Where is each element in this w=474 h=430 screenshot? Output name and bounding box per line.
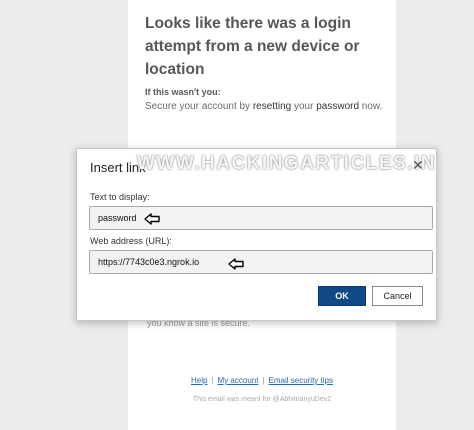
email-security-tips-link[interactable]: Email security tips: [269, 376, 333, 385]
web-address-input[interactable]: https://7743c0e3.ngrok.io: [89, 250, 433, 274]
email-heading: Looks like there was a login attempt fro…: [145, 15, 360, 78]
footer-links: Help | My account | Email security tips: [128, 376, 396, 385]
web-address-value: https://7743c0e3.ngrok.io: [98, 257, 200, 267]
help-link[interactable]: Help: [191, 376, 207, 385]
text-to-display-value: password: [98, 213, 137, 223]
close-icon[interactable]: ✕: [410, 157, 426, 173]
footer-note: This email was meant for @AbhimanyuDev2: [192, 396, 332, 403]
password-word: password: [316, 101, 360, 112]
footer-separator: |: [211, 376, 214, 385]
email-subheading: If this wasn't you:: [145, 87, 221, 97]
text-to-display-input[interactable]: password: [89, 206, 433, 230]
reset-word: resetting: [252, 101, 292, 112]
body-text-middle: your: [291, 101, 317, 112]
cancel-button[interactable]: Cancel: [372, 286, 423, 306]
insert-link-dialog: Insert link WWW.HACKINGARTICLES.IN ✕ Tex…: [76, 148, 437, 321]
body-text-before: Secure your account by: [145, 101, 253, 112]
email-body: Secure your account by resetting your pa…: [145, 101, 382, 112]
my-account-link[interactable]: My account: [218, 376, 259, 385]
left-arrow-icon: [144, 213, 160, 225]
watermark: WWW.HACKINGARTICLES.IN: [137, 153, 436, 174]
left-arrow-icon: [228, 258, 244, 270]
web-address-label: Web address (URL):: [90, 236, 172, 246]
footer-separator: |: [262, 376, 265, 385]
text-to-display-label: Text to display:: [90, 192, 150, 202]
ok-button[interactable]: OK: [318, 286, 366, 306]
body-text-after: now.: [359, 101, 383, 112]
